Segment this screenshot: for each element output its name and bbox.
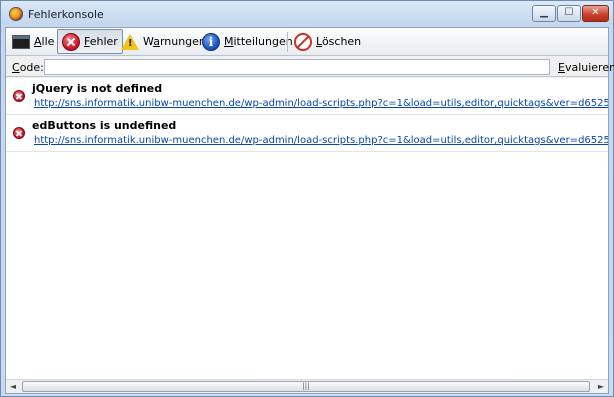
- evaluate-button[interactable]: Evaluieren: [558, 61, 614, 74]
- minimize-button[interactable]: ▁: [532, 5, 556, 22]
- title-bar[interactable]: Fehlerkonsole ▁ ☐ ✕: [1, 1, 613, 27]
- close-button[interactable]: ✕: [582, 5, 609, 22]
- error-icon: [13, 90, 25, 102]
- clear-icon: [294, 32, 312, 51]
- error-icon: [13, 127, 25, 139]
- scroll-right-icon[interactable]: ►: [594, 380, 608, 393]
- filter-errors-button[interactable]: Fehler: [57, 29, 123, 54]
- filter-warnings-label: Warnungen: [143, 35, 206, 48]
- scrollbar-thumb[interactable]: |||: [22, 381, 590, 392]
- list-item[interactable]: jQuery is not defined http://sns.informa…: [6, 78, 608, 115]
- all-messages-icon: [12, 34, 30, 49]
- warning-icon: !: [121, 33, 139, 50]
- maximize-button[interactable]: ☐: [557, 5, 581, 22]
- scroll-left-icon[interactable]: ◄: [6, 380, 20, 393]
- filter-messages-label: Mitteilungen: [224, 35, 293, 48]
- error-icon: [62, 32, 80, 51]
- firefox-icon: [9, 7, 23, 21]
- clear-label: Löschen: [316, 35, 362, 48]
- filter-messages-button[interactable]: i Mitteilungen: [198, 29, 297, 54]
- filter-warnings-button[interactable]: ! Warnungen: [117, 29, 210, 54]
- window-title: Fehlerkonsole: [28, 8, 104, 21]
- error-source-link[interactable]: http://sns.informatik.unibw-muenchen.de/…: [34, 135, 608, 146]
- horizontal-scrollbar[interactable]: ◄ ||| ►: [6, 379, 608, 393]
- error-source-link[interactable]: http://sns.informatik.unibw-muenchen.de/…: [34, 98, 608, 109]
- filter-all-label: Alle: [34, 35, 55, 48]
- filter-all-button[interactable]: Alle: [8, 29, 58, 54]
- error-console-window: Fehlerkonsole ▁ ☐ ✕ Alle Fehler ! Warnun…: [0, 0, 614, 397]
- filter-toolbar: Alle Fehler ! Warnungen i Mitteilungen L…: [6, 28, 608, 56]
- code-label: Code:: [12, 61, 44, 74]
- filter-errors-label: Fehler: [84, 35, 118, 48]
- console-client-area: Alle Fehler ! Warnungen i Mitteilungen L…: [5, 27, 614, 394]
- code-bar: Code: Evaluieren: [6, 57, 614, 77]
- error-message: edButtons is undefined: [32, 119, 177, 132]
- code-input[interactable]: [44, 59, 550, 75]
- list-item[interactable]: edButtons is undefined http://sns.inform…: [6, 115, 608, 152]
- message-list: jQuery is not defined http://sns.informa…: [6, 78, 608, 379]
- clear-button[interactable]: Löschen: [290, 29, 365, 54]
- info-icon: i: [202, 32, 220, 51]
- error-message: jQuery is not defined: [32, 82, 163, 95]
- toolbar-separator: [287, 32, 288, 52]
